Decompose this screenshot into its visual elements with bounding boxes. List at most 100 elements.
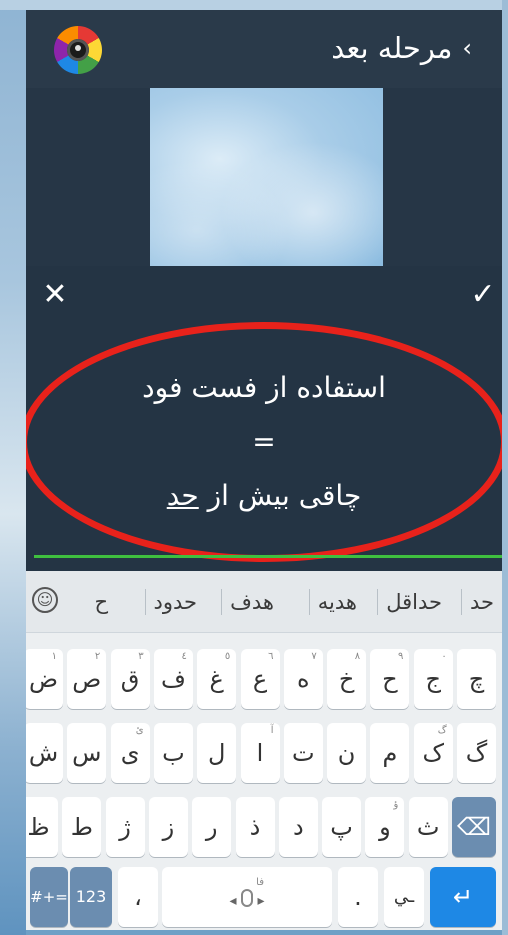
key-label: ج — [425, 665, 441, 693]
backspace-key[interactable]: ⌫ — [452, 797, 496, 857]
key-ض[interactable]: ض١ — [26, 649, 63, 709]
suggestion-divider — [144, 589, 146, 615]
space-key[interactable]: ◂ فا ▸ — [162, 867, 332, 927]
key-hint: ٧ — [311, 651, 317, 662]
key-غ[interactable]: غ٥ — [197, 649, 237, 709]
background-frame-left — [0, 0, 26, 935]
checkmark-icon[interactable]: ✓ — [466, 278, 500, 312]
persian-keyboard: ☺ حد حداقل هدیه هدف حدود ح چج٠ح٩خ٨ه٧ع٦غ٥ف٤ق٣ص… — [26, 571, 502, 930]
next-step-label: مرحله بعد — [331, 31, 453, 65]
symbols-key[interactable]: #+= — [30, 867, 68, 927]
key-label: ی — [120, 739, 140, 767]
key-label: د — [292, 813, 304, 841]
key-خ[interactable]: خ٨ — [327, 649, 367, 709]
ye-key[interactable]: ـي — [384, 867, 424, 927]
key-label: ف — [160, 665, 186, 693]
key-چ[interactable]: چ — [457, 649, 496, 709]
camera-lens-icon[interactable] — [54, 26, 102, 74]
suggestion-item[interactable]: حدود — [154, 584, 198, 620]
key-label: چ — [468, 665, 485, 693]
photo-preview — [150, 88, 383, 266]
key-ژ[interactable]: ژ — [105, 797, 145, 857]
key-ک[interactable]: کگ — [413, 723, 453, 783]
key-م[interactable]: م — [370, 723, 410, 783]
key-ن[interactable]: ن — [327, 723, 367, 783]
enter-key[interactable]: ↵ — [430, 867, 496, 927]
key-ی[interactable]: یئ — [110, 723, 150, 783]
next-step-button[interactable]: مرحله بعد ‹ — [331, 28, 472, 68]
key-ق[interactable]: ق٣ — [110, 649, 150, 709]
key-label: #+= — [30, 888, 68, 906]
key-پ[interactable]: پ — [322, 797, 362, 857]
key-label: ب — [162, 739, 185, 767]
key-label: ر — [205, 813, 218, 841]
comma-key[interactable]: ، — [118, 867, 158, 927]
background-frame-top — [0, 0, 508, 10]
key-label: ل — [207, 739, 226, 767]
key-ص[interactable]: ص٢ — [67, 649, 107, 709]
key-و[interactable]: وؤ — [365, 797, 405, 857]
key-label: ع — [252, 665, 268, 693]
key-label: ک — [422, 739, 444, 767]
key-ظ[interactable]: ظ — [26, 797, 58, 857]
emoji-icon[interactable]: ☺ — [32, 587, 58, 613]
suggestion-divider — [460, 589, 462, 615]
close-icon[interactable]: ✕ — [40, 280, 70, 310]
key-ر[interactable]: ر — [192, 797, 232, 857]
key-hint: ٢ — [94, 651, 101, 662]
key-ع[interactable]: ع٦ — [240, 649, 280, 709]
image-preview-area — [26, 88, 502, 266]
key-label: . — [354, 883, 362, 911]
space-hint: فا — [256, 877, 264, 888]
key-س[interactable]: س — [67, 723, 107, 783]
key-ف[interactable]: ف٤ — [153, 649, 193, 709]
key-label: ـي — [393, 886, 415, 907]
key-ل[interactable]: ل — [197, 723, 237, 783]
key-ا[interactable]: اآ — [240, 723, 280, 783]
key-hint: آ — [270, 725, 274, 736]
key-label: ح — [382, 665, 398, 693]
phone-screen: مرحله بعد ‹ ✕ ✓ استفاده از فست فود = چاق… — [26, 10, 502, 930]
key-label: ث — [416, 813, 440, 841]
key-hint: ٤ — [181, 651, 187, 662]
key-گ[interactable]: گ — [457, 723, 496, 783]
key-label: ، — [134, 883, 142, 911]
suggestion-bar: ☺ حد حداقل هدیه هدف حدود ح — [26, 571, 502, 633]
suggestion-item[interactable]: هدیه — [318, 584, 357, 620]
key-ت[interactable]: ت — [283, 723, 323, 783]
key-د[interactable]: د — [278, 797, 318, 857]
caption-editor: ✕ ✓ استفاده از فست فود = چاقی بیش از حد — [26, 266, 502, 571]
numbers-key[interactable]: 123 — [70, 867, 112, 927]
key-ط[interactable]: ط — [62, 797, 102, 857]
key-ث[interactable]: ث — [408, 797, 448, 857]
key-ه[interactable]: ه٧ — [283, 649, 323, 709]
key-ج[interactable]: ج٠ — [413, 649, 453, 709]
key-label: ذ — [249, 813, 261, 841]
red-annotation-ellipse — [26, 322, 502, 562]
suggestion-item[interactable]: حداقل — [386, 584, 442, 620]
key-ح[interactable]: ح٩ — [370, 649, 410, 709]
key-label: ق — [120, 665, 140, 693]
period-key[interactable]: . — [338, 867, 378, 927]
suggestion-item[interactable]: ح — [94, 584, 108, 620]
key-hint: ٠ — [441, 651, 447, 662]
key-ب[interactable]: ب — [153, 723, 193, 783]
key-ز[interactable]: ز — [148, 797, 188, 857]
key-label: م — [382, 739, 398, 767]
key-label: ن — [337, 739, 356, 767]
background-frame-right — [502, 0, 508, 935]
input-underline — [34, 555, 502, 558]
key-label: 123 — [75, 887, 107, 906]
key-label: ظ — [27, 813, 50, 841]
suggestion-divider — [377, 589, 379, 615]
suggestion-item[interactable]: هدف — [230, 584, 274, 620]
suggestion-item[interactable]: حد — [470, 584, 494, 620]
key-ش[interactable]: ش — [26, 723, 63, 783]
key-label: خ — [338, 665, 355, 693]
key-label: ت — [292, 739, 315, 767]
key-label: ص — [72, 665, 102, 693]
key-hint: ٩ — [398, 651, 404, 662]
backspace-icon: ⌫ — [457, 813, 491, 841]
suggestion-divider — [221, 589, 223, 615]
key-ذ[interactable]: ذ — [235, 797, 275, 857]
